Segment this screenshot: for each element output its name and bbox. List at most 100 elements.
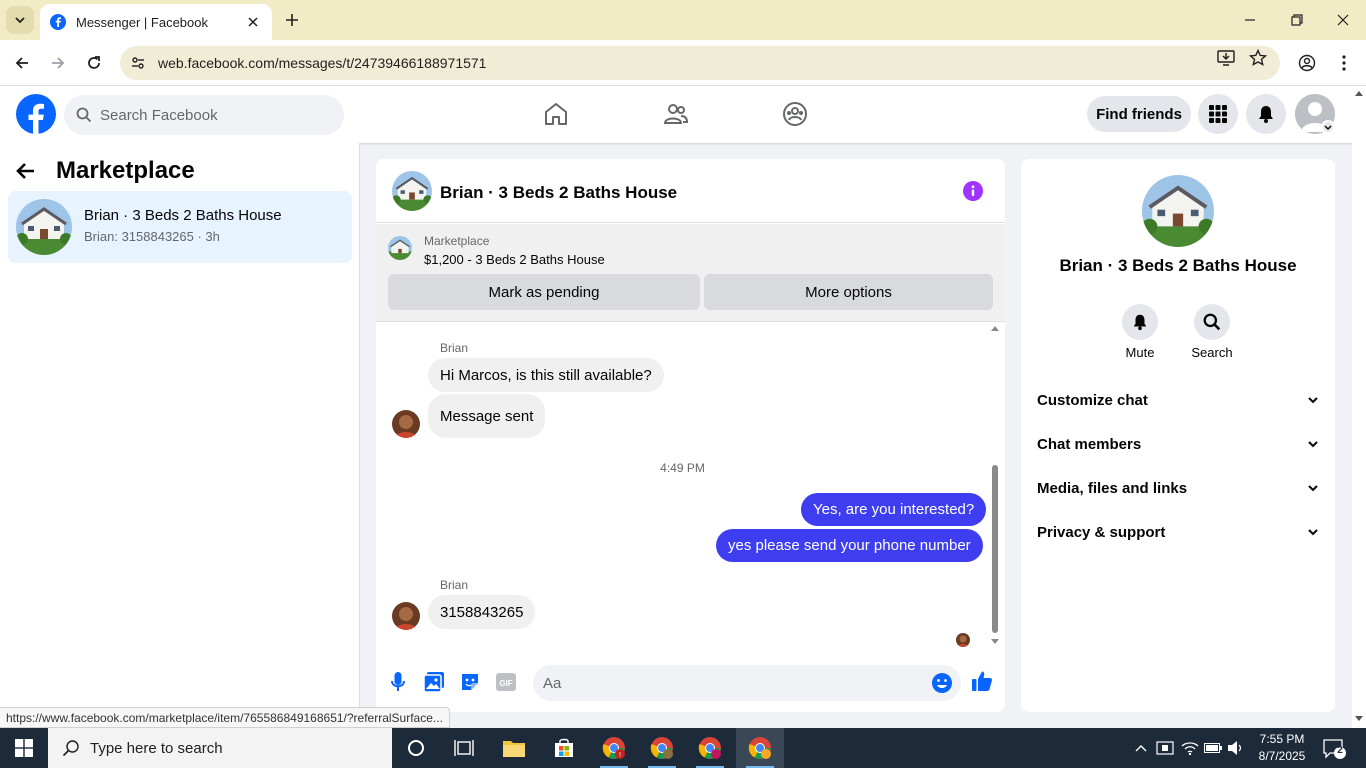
url-bar[interactable]: web.facebook.com/messages/t/247394661889… — [120, 46, 1280, 80]
windows-taskbar: Type here to search ! 7:55 PM 8/7/2025 2 — [0, 728, 1366, 768]
conversation-item[interactable]: Brian · 3 Beds 2 Baths House Brian: 3158… — [8, 191, 352, 263]
house-thumbnail[interactable] — [392, 171, 432, 211]
battery-icon[interactable] — [1203, 738, 1223, 758]
home-icon[interactable] — [540, 98, 572, 130]
media-files-links-section[interactable]: Media, files and links — [1029, 466, 1327, 510]
house-thumbnail[interactable] — [1142, 175, 1214, 247]
search-label: Search — [1191, 345, 1233, 360]
listing-source: Marketplace — [424, 234, 490, 248]
chat-title[interactable]: Brian · 3 Beds 2 Baths House — [440, 183, 677, 203]
panel-header: Marketplace — [16, 157, 195, 185]
close-window-icon[interactable] — [1333, 10, 1353, 30]
sender-avatar[interactable] — [392, 602, 420, 630]
outgoing-message[interactable]: Yes, are you interested? — [801, 493, 987, 526]
taskbar-search-input[interactable]: Type here to search — [48, 728, 392, 768]
conversation-list-panel: Marketplace Brian · 3 Beds 2 Baths House… — [0, 143, 360, 728]
facebook-header: Search Facebook Find friends — [0, 86, 1352, 143]
back-arrow-icon[interactable] — [16, 161, 36, 181]
microphone-icon[interactable] — [387, 671, 409, 693]
page-title: Marketplace — [56, 157, 195, 184]
section-label: Customize chat — [1037, 391, 1148, 409]
browser-tab[interactable]: Messenger | Facebook — [40, 4, 272, 40]
windows-start-icon[interactable] — [0, 728, 48, 768]
gif-icon[interactable]: GIF — [495, 671, 517, 693]
bookmark-star-icon[interactable] — [1248, 48, 1268, 68]
outgoing-message[interactable]: yes please send your phone number — [716, 529, 983, 562]
reload-icon[interactable] — [83, 52, 105, 74]
conversation-preview: Brian: 3158843265 · 3h — [84, 229, 220, 244]
search-conversation-button[interactable]: Search — [1182, 304, 1242, 360]
facebook-logo-icon[interactable] — [16, 94, 56, 134]
sender-name: Brian — [440, 341, 469, 355]
message-composer: GIF Aa — [376, 659, 1005, 707]
conversation-title: Brian · 3 Beds 2 Baths House — [84, 207, 282, 224]
listing-thumbnail[interactable] — [388, 236, 412, 260]
house-thumbnail — [16, 199, 72, 255]
chrome-active-icon[interactable] — [736, 728, 784, 768]
chrome-profile-icon[interactable] — [686, 728, 734, 768]
info-icon[interactable] — [963, 181, 983, 201]
file-explorer-icon[interactable] — [490, 728, 538, 768]
sticker-icon[interactable] — [459, 671, 481, 693]
account-chevron-icon[interactable] — [1321, 120, 1335, 134]
incoming-message[interactable]: Message sent — [428, 394, 546, 438]
chevron-down-icon — [1308, 485, 1318, 492]
privacy-support-section[interactable]: Privacy & support — [1029, 510, 1327, 554]
incoming-message[interactable]: 3158843265 — [428, 595, 536, 629]
listing-title[interactable]: $1,200 - 3 Beds 2 Baths House — [424, 252, 605, 267]
friends-icon[interactable] — [660, 98, 692, 130]
back-arrow-icon[interactable] — [11, 52, 33, 74]
show-hidden-icons-chevron-icon[interactable] — [1131, 738, 1151, 758]
details-title: Brian · 3 Beds 2 Baths House — [1059, 256, 1297, 275]
more-options-button[interactable]: More options — [704, 274, 993, 310]
mute-button[interactable]: Mute — [1110, 304, 1170, 360]
meet-now-icon[interactable] — [1155, 738, 1175, 758]
wifi-icon[interactable] — [1180, 738, 1200, 758]
photo-icon[interactable] — [423, 671, 445, 693]
grid-icon — [1209, 105, 1227, 123]
mark-as-pending-button[interactable]: Mark as pending — [388, 274, 700, 310]
menu-grid-button[interactable] — [1198, 94, 1238, 134]
message-timestamp: 4:49 PM — [660, 461, 705, 475]
notification-center-icon[interactable]: 2 — [1322, 738, 1346, 760]
sender-avatar[interactable] — [392, 410, 420, 438]
seen-indicator-avatar — [956, 633, 970, 647]
section-label: Privacy & support — [1037, 523, 1166, 541]
task-view-icon[interactable] — [440, 728, 488, 768]
message-scrollbar[interactable] — [989, 323, 1001, 653]
customize-chat-section[interactable]: Customize chat — [1029, 378, 1327, 422]
groups-icon[interactable] — [779, 98, 811, 130]
new-tab-icon[interactable] — [282, 10, 302, 30]
thumbs-up-icon[interactable] — [971, 670, 993, 692]
minimize-icon[interactable] — [1240, 10, 1260, 30]
chat-members-section[interactable]: Chat members — [1029, 422, 1327, 466]
incoming-message[interactable]: Hi Marcos, is this still available? — [428, 358, 664, 392]
profile-icon[interactable] — [1297, 53, 1317, 73]
page-scrollbar[interactable] — [1352, 86, 1366, 728]
chat-details-panel: Brian · 3 Beds 2 Baths House Mute Search… — [1021, 159, 1335, 712]
tab-title: Messenger | Facebook — [76, 14, 208, 30]
facebook-search-input[interactable]: Search Facebook — [64, 95, 344, 135]
bell-icon — [1259, 106, 1273, 123]
chrome-icon[interactable]: ! — [590, 728, 638, 768]
browser-tab-bar: Messenger | Facebook — [0, 0, 1366, 40]
system-clock[interactable]: 7:55 PM 8/7/2025 — [1250, 731, 1314, 765]
forward-arrow-icon[interactable] — [47, 52, 69, 74]
tab-search-button[interactable] — [6, 6, 34, 34]
restore-icon[interactable] — [1287, 10, 1307, 30]
browser-menu-icon[interactable] — [1334, 53, 1354, 73]
chat-panel: Brian · 3 Beds 2 Baths House Marketplace… — [376, 159, 1005, 712]
message-input[interactable]: Aa — [533, 665, 961, 701]
store-icon[interactable] — [540, 728, 588, 768]
find-friends-button[interactable]: Find friends — [1087, 96, 1191, 132]
chevron-down-icon — [1308, 441, 1318, 448]
chevron-down-icon — [1308, 397, 1318, 404]
volume-icon[interactable] — [1226, 738, 1246, 758]
site-settings-icon[interactable] — [130, 55, 146, 71]
close-tab-icon[interactable] — [244, 13, 262, 31]
notifications-button[interactable] — [1246, 94, 1286, 134]
chrome-profile-icon[interactable] — [638, 728, 686, 768]
cortana-icon[interactable] — [392, 728, 440, 768]
emoji-icon[interactable] — [931, 672, 953, 694]
install-app-icon[interactable] — [1216, 48, 1236, 68]
